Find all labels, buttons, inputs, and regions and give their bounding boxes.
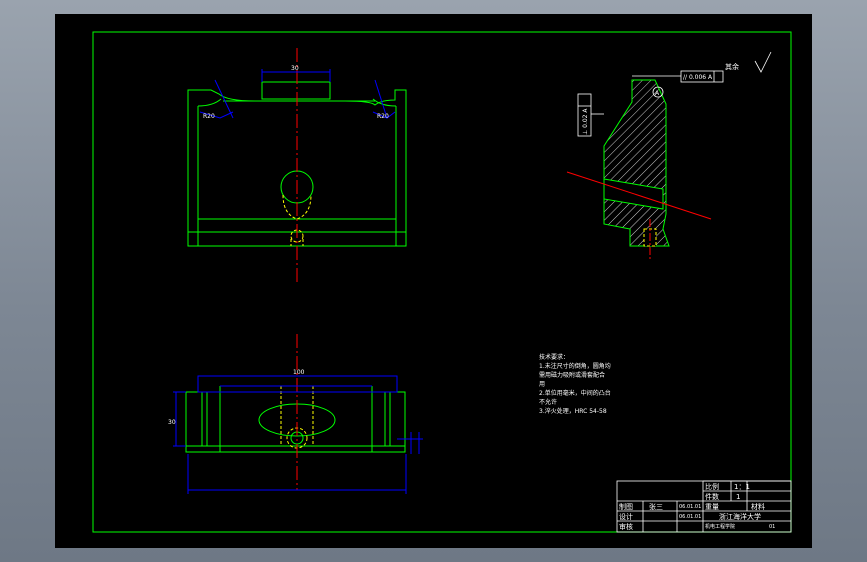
school-name: 浙江海洋大学 [719, 512, 761, 521]
svg-text:100: 100 [293, 369, 305, 376]
scale-value: 1：1 [734, 483, 750, 491]
drawing-number: 01 [769, 524, 775, 530]
svg-text:2.单位用毫米，中间的凸台: 2.单位用毫米，中间的凸台 [539, 389, 611, 397]
drawn-label: 制图 [619, 502, 633, 511]
material-label: 材料 [751, 502, 765, 511]
technical-notes: 技术要求： 1.未注尺寸的倒角，圆角均 需用磁力吸附或滑套配合 用 2.单位用毫… [539, 353, 611, 415]
date-2: 06.01.01 [679, 514, 701, 520]
parallelism-callout: // 0.006 A [683, 74, 713, 81]
scale-label: 比例 [705, 482, 719, 491]
svg-text:需用磁力吸附或滑套配合: 需用磁力吸附或滑套配合 [539, 371, 605, 379]
svg-text:30: 30 [168, 419, 176, 426]
date-1: 06.01.01 [679, 504, 701, 510]
gdt-frames [577, 51, 772, 137]
cad-viewport[interactable]: R20 R20 30 100 30 // 0.006 A A ⊥ 0.02 A … [55, 14, 812, 548]
dept-name: 机电工程学院 [705, 523, 735, 530]
svg-text:不允许: 不允许 [539, 398, 557, 406]
qty-value: 1 [736, 493, 740, 501]
svg-text:技术要求：: 技术要求： [539, 353, 569, 361]
designed-label: 设计 [619, 512, 633, 521]
svg-text:R20: R20 [203, 113, 215, 120]
svg-text:用: 用 [539, 381, 545, 388]
svg-text:3.淬火处理，HRC 54-58: 3.淬火处理，HRC 54-58 [539, 407, 607, 415]
svg-text:1.未注尺寸的倒角，圆角均: 1.未注尺寸的倒角，圆角均 [539, 362, 611, 370]
perpendicularity-callout: ⊥ 0.02 A [582, 108, 589, 135]
checked-label: 审核 [619, 522, 633, 531]
roughness-rest-label: 其余 [725, 62, 739, 71]
qty-label: 件数 [705, 492, 719, 501]
svg-text:R20: R20 [377, 113, 389, 120]
weight-label: 重量 [705, 503, 719, 511]
section-view [566, 79, 712, 260]
drawer-name: 张三 [649, 502, 663, 511]
cad-drawing: R20 R20 30 100 30 // 0.006 A A ⊥ 0.02 A … [92, 31, 792, 533]
plan-view [185, 386, 406, 453]
svg-text:30: 30 [291, 65, 299, 72]
